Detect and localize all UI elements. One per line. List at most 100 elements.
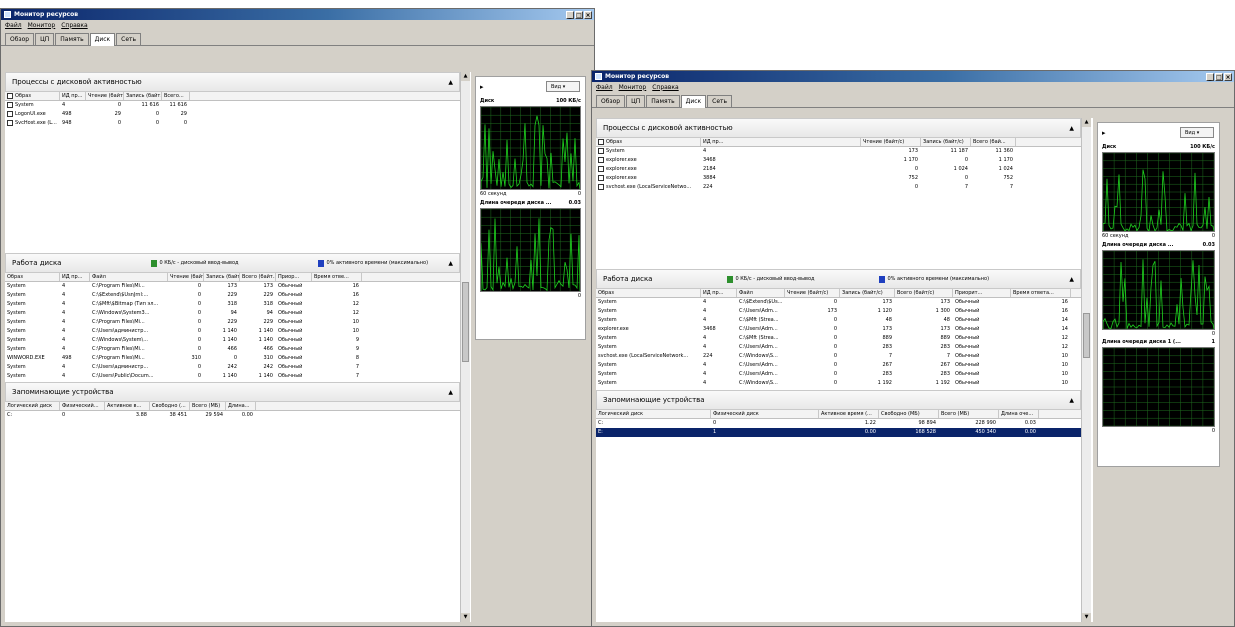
process-row[interactable]: svchost.exe (LocalServiceNetwo... 224 0 7 7 bbox=[596, 183, 1081, 192]
storage-row[interactable]: C: 0 3.88 38 451 29 594 0.00 bbox=[5, 411, 460, 420]
tab-disk[interactable]: Диск bbox=[89, 33, 116, 46]
col-total[interactable]: Всего (МБ) bbox=[939, 410, 999, 418]
select-all-checkbox[interactable] bbox=[7, 92, 13, 99]
minimize-button[interactable]: _ bbox=[1206, 72, 1214, 81]
row-checkbox[interactable] bbox=[7, 101, 13, 108]
scroll-up-icon[interactable]: ▲ bbox=[1082, 118, 1091, 127]
col-response[interactable]: Время отве... bbox=[312, 273, 362, 281]
tab-disk[interactable]: Диск bbox=[680, 95, 707, 108]
minimize-button[interactable]: _ bbox=[566, 10, 574, 19]
scroll-down-icon[interactable]: ▼ bbox=[1082, 613, 1091, 622]
disk-row[interactable]: System 4 C:\Users\администр... 0 242 242 Обычн… bbox=[5, 363, 460, 372]
tab-overview[interactable]: Обзор bbox=[5, 33, 35, 45]
col-read[interactable]: Чтение (байт/с) bbox=[785, 289, 840, 297]
disk-row[interactable]: System 4 C:\$Mft (Strea... 0 889 889 Обычный 12 bbox=[596, 334, 1081, 343]
disk-activity-header[interactable]: Работа диска 0 КБ/с - дисковый ввод-выво… bbox=[5, 253, 460, 273]
col-read[interactable]: Чтение (байт/с) bbox=[861, 138, 921, 146]
col-priority[interactable]: Приор... bbox=[276, 273, 312, 281]
close-button[interactable]: × bbox=[584, 10, 592, 19]
col-queue[interactable]: Длина... bbox=[226, 402, 256, 410]
processes-header[interactable]: Процессы с дисковой активностью ▲ bbox=[596, 118, 1081, 138]
row-checkbox[interactable] bbox=[598, 174, 604, 181]
col-free[interactable]: Свободно (... bbox=[150, 402, 190, 410]
menu-monitor[interactable]: Монитор bbox=[28, 22, 56, 29]
col-queue[interactable]: Длина оче... bbox=[999, 410, 1039, 418]
col-image[interactable]: Образ bbox=[5, 273, 60, 281]
collapse-icon[interactable]: ▲ bbox=[448, 389, 453, 396]
disk-row[interactable]: System 4 C:\Program Files\Mi... 0 466 466 Обыч… bbox=[5, 345, 460, 354]
storage-row[interactable]: E: 1 0.00 168 528 450 340 0.00 bbox=[596, 428, 1081, 437]
process-row[interactable]: explorer.exe 3884 752 0 752 bbox=[596, 174, 1081, 183]
col-write[interactable]: Запись (байт... bbox=[124, 92, 162, 100]
disk-row[interactable]: System 4 C:\Windows\System\... 0 1 140 1 140 О… bbox=[5, 336, 460, 345]
title-bar[interactable]: Монитор ресурсов _ □ × bbox=[1, 9, 594, 20]
row-checkbox[interactable] bbox=[7, 110, 13, 117]
disk-row[interactable]: explorer.exe 3468 C:\Users\Adm... 0 173 173 Об… bbox=[596, 325, 1081, 334]
col-priority[interactable]: Приорит... bbox=[953, 289, 1011, 297]
process-row[interactable]: LogonUI.exe 498 29 0 29 bbox=[5, 110, 460, 119]
col-total[interactable]: Всего (байт/с) bbox=[895, 289, 953, 297]
scroll-thumb[interactable] bbox=[462, 282, 469, 362]
col-total[interactable]: Всего (байт... bbox=[240, 273, 276, 281]
disk-row[interactable]: System 4 C:\Windows\System3... 0 94 94 Обычный… bbox=[5, 309, 460, 318]
disk-row[interactable]: System 4 C:\$Mft\$Bitmap (Тип эл... 0 318 318… bbox=[5, 300, 460, 309]
collapse-icon[interactable]: ▲ bbox=[448, 79, 453, 86]
col-file[interactable]: Файл bbox=[90, 273, 168, 281]
vertical-scrollbar[interactable]: ▲ ▼ bbox=[1081, 118, 1091, 622]
col-write[interactable]: Запись (байт/с) bbox=[840, 289, 895, 297]
col-response[interactable]: Время ответа... bbox=[1011, 289, 1071, 297]
disk-row[interactable]: System 4 C:\Windows\S... 0 1 192 1 192 Обычный… bbox=[596, 379, 1081, 388]
collapse-icon[interactable]: ▲ bbox=[1069, 276, 1074, 283]
col-read[interactable]: Чтение (байт... bbox=[86, 92, 124, 100]
col-pid[interactable]: ИД пр... bbox=[701, 289, 737, 297]
disk-row[interactable]: System 4 C:\Users\Adm... 0 283 283 Обычный 10 bbox=[596, 370, 1081, 379]
disk-row[interactable]: System 4 C:\Users\Public\Docum... 0 1 140 1 1… bbox=[5, 372, 460, 381]
maximize-button[interactable]: □ bbox=[1215, 72, 1223, 81]
disk-row[interactable]: System 4 C:\Users\Adm... 0 267 267 Обычный 10 bbox=[596, 361, 1081, 370]
disk-row[interactable]: System 4 C:\$Extend\$UsnJrnl:... 0 229 229 Обы… bbox=[5, 291, 460, 300]
process-row[interactable]: explorer.exe 2184 0 1 024 1 024 bbox=[596, 165, 1081, 174]
tab-cpu[interactable]: ЦП bbox=[35, 33, 55, 45]
scroll-thumb[interactable] bbox=[1083, 313, 1090, 358]
row-checkbox[interactable] bbox=[598, 156, 604, 163]
col-image[interactable]: Образ bbox=[596, 138, 701, 146]
col-file[interactable]: Файл bbox=[737, 289, 785, 297]
processes-header[interactable]: Процессы с дисковой активностью ▲ bbox=[5, 72, 460, 92]
col-image[interactable]: Образ bbox=[5, 92, 60, 100]
tab-overview[interactable]: Обзор bbox=[596, 95, 626, 107]
col-physical-disk[interactable]: Физический... bbox=[60, 402, 105, 410]
col-pid[interactable]: ИД пр... bbox=[701, 138, 861, 146]
col-active-time[interactable]: Активное время (... bbox=[819, 410, 879, 418]
storage-header[interactable]: Запоминающие устройства ▲ bbox=[5, 382, 460, 402]
collapse-icon[interactable]: ▲ bbox=[1069, 125, 1074, 132]
col-total[interactable]: Всего (бай... bbox=[971, 138, 1016, 146]
tab-memory[interactable]: Память bbox=[55, 33, 89, 45]
tab-network[interactable]: Сеть bbox=[116, 33, 142, 45]
col-logical-disk[interactable]: Логический диск bbox=[596, 410, 711, 418]
disk-row[interactable]: System 4 C:\$Mft (Strea... 0 48 48 Обычный 14 bbox=[596, 316, 1081, 325]
col-physical-disk[interactable]: Физический диск bbox=[711, 410, 819, 418]
col-logical-disk[interactable]: Логический диск bbox=[5, 402, 60, 410]
disk-row[interactable]: System 4 C:\Users\Adm... 173 1 120 1 300 Обычн… bbox=[596, 307, 1081, 316]
row-checkbox[interactable] bbox=[598, 165, 604, 172]
disk-row[interactable]: WINWORD.EXE 498 C:\Program Files\Mi... 310 0… bbox=[5, 354, 460, 363]
title-bar[interactable]: Монитор ресурсов _ □ × bbox=[592, 71, 1234, 82]
expand-arrow-icon[interactable]: ▸ bbox=[480, 83, 484, 91]
menu-monitor[interactable]: Монитор bbox=[619, 84, 647, 91]
scroll-down-icon[interactable]: ▼ bbox=[461, 613, 470, 622]
vertical-scrollbar[interactable]: ▲ ▼ bbox=[460, 72, 470, 622]
col-write[interactable]: Запись (байт/с) bbox=[921, 138, 971, 146]
disk-row[interactable]: System 4 C:\Program Files\Mi... 0 229 229 Обыч… bbox=[5, 318, 460, 327]
close-button[interactable]: × bbox=[1224, 72, 1232, 81]
col-total[interactable]: Всего (МБ) bbox=[190, 402, 226, 410]
collapse-icon[interactable]: ▲ bbox=[1069, 397, 1074, 404]
tab-memory[interactable]: Память bbox=[646, 95, 680, 107]
maximize-button[interactable]: □ bbox=[575, 10, 583, 19]
menu-help[interactable]: Справка bbox=[61, 22, 87, 29]
tab-cpu[interactable]: ЦП bbox=[626, 95, 646, 107]
menu-file[interactable]: Файл bbox=[5, 22, 22, 29]
row-checkbox[interactable] bbox=[7, 119, 13, 126]
disk-row[interactable]: System 4 C:\Users\Adm... 0 283 283 Обычный 12 bbox=[596, 343, 1081, 352]
col-write[interactable]: Запись (байт... bbox=[204, 273, 240, 281]
tab-network[interactable]: Сеть bbox=[707, 95, 733, 107]
